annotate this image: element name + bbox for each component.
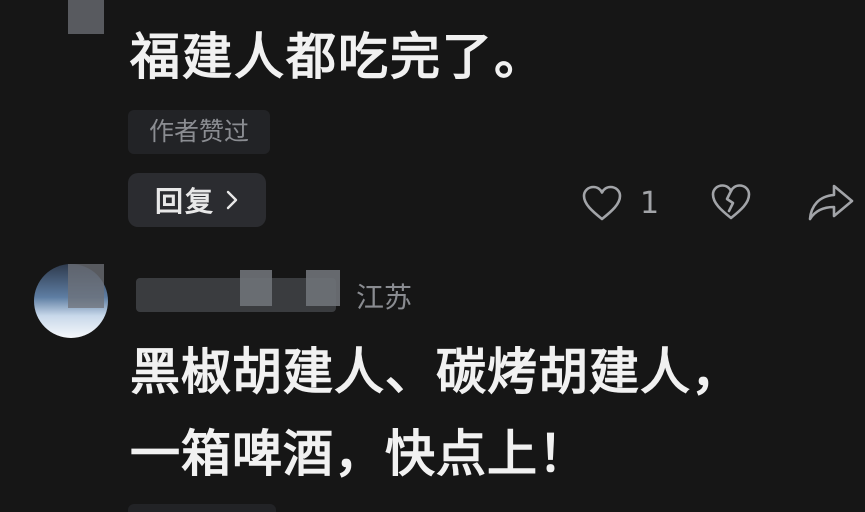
- author-location: 江苏: [356, 281, 413, 314]
- reply-label: 回复: [154, 185, 215, 218]
- dislike-button[interactable]: [708, 180, 754, 228]
- comment-line: 一箱啤酒，快点上！: [130, 425, 589, 483]
- share-icon: [808, 184, 854, 221]
- like-button[interactable]: 1: [580, 180, 659, 228]
- username-blur-block: [306, 270, 340, 306]
- comment-text: 福建人都吃完了。: [130, 28, 546, 86]
- next-badge-edge: [128, 504, 276, 512]
- comment-line: 黑椒胡建人、碳烤胡建人，: [130, 343, 742, 401]
- comment-thread: 福建人都吃完了。 作者赞过 回复 1 江苏 黑椒胡建人、碳烤胡建人， 一箱啤酒，…: [0, 0, 865, 512]
- previous-avatar-blur: [68, 0, 104, 34]
- like-count: 1: [640, 186, 660, 221]
- username-blur-block: [240, 270, 272, 306]
- chevron-right-icon: [226, 190, 238, 210]
- broken-heart-icon: [711, 184, 751, 220]
- heart-icon: [582, 185, 622, 221]
- comment-text: 黑椒胡建人、碳烤胡建人， 一箱啤酒，快点上！: [130, 338, 742, 502]
- author-blur-block: [68, 264, 104, 308]
- share-button[interactable]: [806, 180, 856, 228]
- author-liked-badge: 作者赞过: [128, 110, 270, 154]
- reply-button[interactable]: 回复: [128, 173, 266, 227]
